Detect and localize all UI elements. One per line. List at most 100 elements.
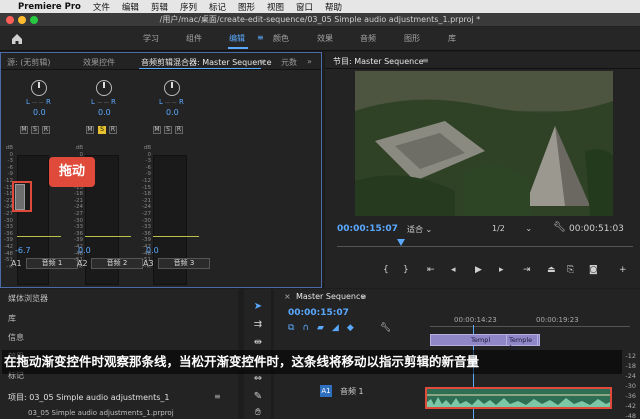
tab-audio-clip-mixer[interactable]: 音频剪辑混合器: Master Sequence — [141, 57, 272, 68]
close-window-button[interactable] — [6, 16, 14, 24]
extract-icon[interactable]: ⎘ — [567, 265, 574, 275]
volume-value-2[interactable]: 0.0 — [78, 246, 91, 255]
db-tick-label: -6 — [7, 164, 13, 171]
db-tick-label: -24 — [74, 204, 83, 211]
db-tick-label: -36 — [4, 230, 13, 237]
timeline-title[interactable]: Master Sequence — [296, 292, 365, 301]
wrench-icon[interactable]: 🔧︎ — [553, 222, 566, 233]
menu-edit[interactable]: 编辑 — [122, 1, 139, 13]
volume-value-1[interactable]: -6.7 — [15, 246, 31, 255]
playhead-icon[interactable] — [397, 239, 405, 246]
timeline-menu-icon[interactable]: ≡ — [360, 292, 367, 301]
record-button-3[interactable]: R — [175, 126, 183, 134]
step-forward-icon[interactable]: ▸ — [499, 265, 504, 275]
wrench-icon[interactable]: 🔧︎ — [380, 323, 391, 333]
mute-button-2[interactable]: M — [86, 126, 94, 134]
menu-markers[interactable]: 标记 — [209, 1, 226, 13]
timeline-close-icon[interactable]: × — [284, 292, 291, 301]
timeline-timecode[interactable]: 00:00:15:07 — [288, 308, 349, 318]
workspace-libraries[interactable]: 库 — [448, 33, 456, 44]
pen-tool-icon[interactable]: ✎ — [251, 391, 265, 404]
go-to-in-icon[interactable]: ⇤ — [427, 265, 435, 275]
track-name-a1[interactable]: 音频 1 — [340, 386, 364, 397]
app-name[interactable]: Premiere Pro — [18, 2, 81, 12]
menu-graphics[interactable]: 图形 — [238, 1, 255, 13]
record-button-2[interactable]: R — [109, 126, 117, 134]
export-frame-icon[interactable]: ◙ — [589, 265, 598, 275]
record-button-1[interactable]: R — [42, 126, 50, 134]
track-select-tool-icon[interactable]: ⇉ — [251, 319, 265, 332]
db-tick-label: -39 — [74, 237, 83, 244]
fit-dropdown[interactable]: 适合 ⌄ — [407, 224, 432, 235]
menu-clip[interactable]: 剪辑 — [151, 1, 168, 13]
channel-name-3[interactable]: 音频 3 — [158, 258, 210, 269]
home-icon[interactable] — [10, 32, 24, 46]
step-back-icon[interactable]: ◂ — [451, 265, 456, 275]
active-workspace-underline — [228, 47, 248, 49]
pan-value-2[interactable]: 0.0 — [98, 108, 111, 117]
menu-file[interactable]: 文件 — [93, 1, 110, 13]
ripple-edit-tool-icon[interactable]: ⇹ — [251, 337, 265, 350]
minimize-window-button[interactable] — [18, 16, 26, 24]
more-tabs-icon[interactable]: » — [307, 57, 312, 66]
add-button-icon[interactable]: + — [619, 265, 627, 275]
project-title[interactable]: 项目: 03_05 Simple audio adjustments_1 — [8, 392, 169, 403]
menu-bar: Premiere Pro 文件 编辑 剪辑 序列 标记 图形 视图 窗口 帮助 — [0, 0, 640, 13]
solo-button-2[interactable]: S — [98, 126, 106, 134]
video-clip-2[interactable]: Temple fro — [506, 334, 538, 352]
project-menu-icon[interactable]: ≡ — [214, 392, 221, 401]
slip-tool-icon[interactable]: ⇔ — [251, 373, 265, 386]
go-to-out-icon[interactable]: ⇥ — [523, 265, 531, 275]
db-tick-label: 0 — [9, 151, 14, 158]
menu-help[interactable]: 帮助 — [325, 1, 342, 13]
workspace-menu-icon[interactable]: ≡ — [257, 33, 264, 42]
db-tick-label: -24 — [142, 204, 151, 211]
volume-value-3[interactable]: 0.0 — [146, 246, 159, 255]
pan-knob-2[interactable] — [96, 80, 112, 96]
pan-knob-3[interactable] — [164, 80, 180, 96]
program-monitor-title[interactable]: 节目: Master Sequence — [333, 56, 424, 67]
workspace-color[interactable]: 颜色 — [273, 33, 289, 44]
menu-window[interactable]: 窗口 — [296, 1, 313, 13]
workspace-audio[interactable]: 音频 — [360, 33, 376, 44]
track-target-a1[interactable]: A1 — [320, 385, 332, 397]
tab-media-browser[interactable]: 媒体浏览器 — [8, 293, 48, 304]
hand-tool-icon[interactable]: ✋︎ — [251, 407, 265, 419]
mute-button-1[interactable]: M — [20, 126, 28, 134]
workspace-learn[interactable]: 学习 — [143, 33, 159, 44]
program-current-timecode[interactable]: 00:00:15:07 — [337, 224, 398, 234]
mark-in-icon[interactable]: { — [383, 265, 389, 275]
workspace-graphics[interactable]: 图形 — [404, 33, 420, 44]
tab-source[interactable]: 源: (无剪辑) — [7, 57, 50, 68]
time-ruler[interactable] — [430, 326, 630, 327]
program-scrub-bar[interactable] — [337, 241, 633, 247]
tab-metadata[interactable]: 元数 — [281, 57, 297, 68]
program-menu-icon[interactable]: ≡ — [422, 56, 429, 65]
timeline-toolbar-icons[interactable]: ⧉∩▰◢◆ — [288, 323, 362, 333]
tab-info[interactable]: 信息 — [8, 332, 24, 343]
tab-libraries[interactable]: 库 — [8, 313, 16, 324]
channel-name-2[interactable]: 音频 2 — [91, 258, 143, 269]
solo-button-1[interactable]: S — [31, 126, 39, 134]
project-file-item[interactable]: 03_05 Simple audio adjustments_1.prproj — [28, 409, 174, 417]
resolution-dropdown[interactable]: 1/2 ⌄ — [492, 224, 532, 233]
lift-icon[interactable]: ⏏ — [547, 265, 556, 275]
panel-menu-icon[interactable]: ≡ — [259, 57, 266, 66]
menu-view[interactable]: 视图 — [267, 1, 284, 13]
tab-effect-controls[interactable]: 效果控件 — [83, 57, 115, 68]
play-icon[interactable]: ▶ — [475, 265, 482, 275]
workspace-editing[interactable]: 编辑 — [229, 33, 245, 44]
solo-button-3[interactable]: S — [164, 126, 172, 134]
workspace-effects[interactable]: 效果 — [317, 33, 333, 44]
db-tick-label: -30 — [74, 217, 83, 224]
pan-value-1[interactable]: 0.0 — [33, 108, 46, 117]
workspace-assembly[interactable]: 组件 — [186, 33, 202, 44]
clip-label-1: Templ — [471, 336, 491, 344]
menu-sequence[interactable]: 序列 — [180, 1, 197, 13]
pan-value-3[interactable]: 0.0 — [166, 108, 179, 117]
mute-button-3[interactable]: M — [153, 126, 161, 134]
selection-tool-icon[interactable]: ➤ — [251, 301, 265, 314]
zoom-window-button[interactable] — [30, 16, 38, 24]
mark-out-icon[interactable]: } — [403, 265, 409, 275]
pan-knob-1[interactable] — [31, 80, 47, 96]
